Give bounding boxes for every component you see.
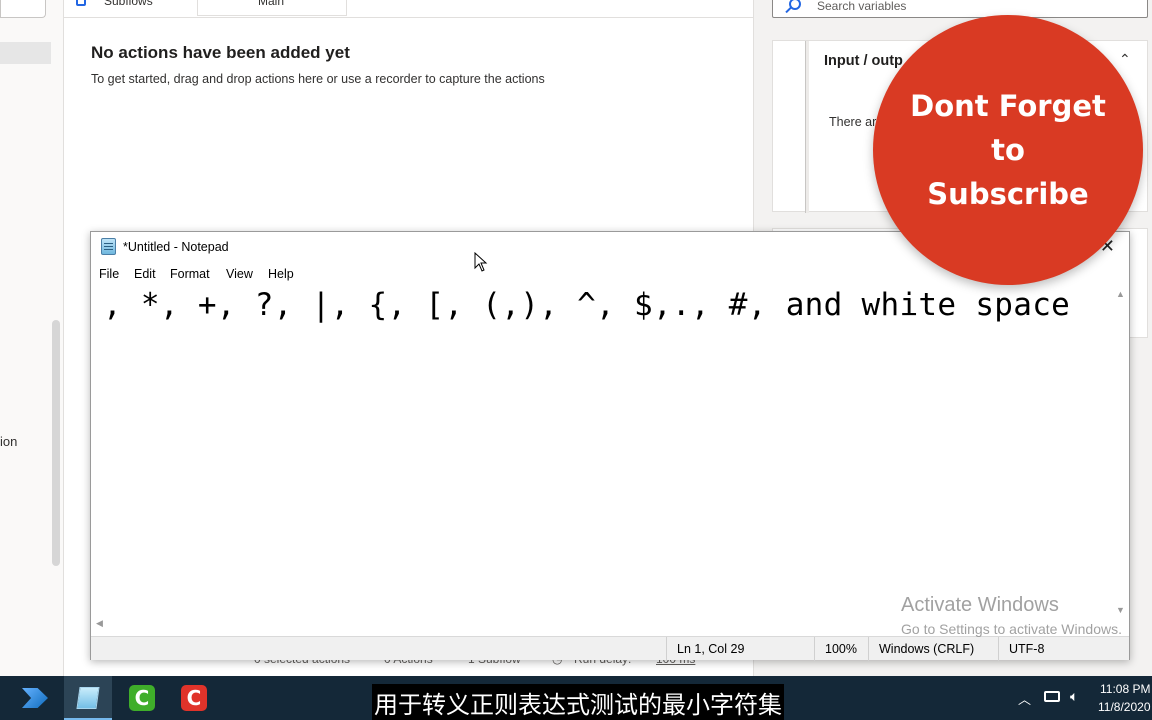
rail-label: ion: [0, 434, 18, 449]
notepad-statusbar: Ln 1, Col 29 100% Windows (CRLF) UTF-8: [91, 636, 1129, 661]
notepad-icon: [101, 238, 116, 255]
variables-search-placeholder: Search variables: [817, 0, 907, 13]
subflows-icon: [76, 0, 86, 6]
empty-state-subtitle: To get started, drag and drop actions he…: [91, 72, 545, 86]
rail-scrollbar[interactable]: [52, 320, 60, 566]
chevron-up-icon[interactable]: ︿: [1018, 689, 1031, 708]
subscribe-line-2: to: [991, 133, 1025, 167]
scroll-up-icon[interactable]: ▲: [1116, 289, 1125, 299]
tab-main-label: Main: [258, 0, 285, 8]
menu-file[interactable]: File: [99, 267, 119, 281]
section-bar: [805, 41, 809, 213]
notepad-taskbar-icon[interactable]: [64, 676, 112, 720]
subscribe-line-3: Subscribe: [927, 177, 1089, 211]
system-tray: ︿ 🔈︎ 11:08 PM 11/8/2020: [1018, 676, 1152, 720]
watermark-title: Activate Windows: [901, 594, 1059, 616]
input-output-empty-text: There ar: [829, 115, 877, 129]
chevron-up-icon[interactable]: ⌃: [1119, 51, 1131, 68]
variables-search-input[interactable]: Search variables: [772, 0, 1148, 18]
line-ending: Windows (CRLF): [868, 637, 998, 661]
subscribe-line-1: Dont Forget: [910, 89, 1106, 123]
subscribe-badge: Dont Forget to Subscribe: [873, 15, 1143, 285]
menu-help[interactable]: Help: [268, 267, 294, 281]
volume-icon[interactable]: 🔈︎: [1070, 688, 1078, 705]
camtasia-editor-icon[interactable]: C: [170, 676, 218, 720]
power-automate-icon[interactable]: [12, 676, 60, 720]
cursor-position: Ln 1, Col 29: [666, 637, 818, 661]
rail-top-button[interactable]: [0, 0, 46, 18]
menu-edit[interactable]: Edit: [134, 267, 156, 281]
tab-strip: Subflows Main: [64, 0, 754, 18]
tab-subflows-label: Subflows: [104, 0, 153, 8]
menu-view[interactable]: View: [226, 267, 253, 281]
tab-subflows[interactable]: Subflows: [68, 0, 198, 16]
clock-time[interactable]: 11:08 PM: [1100, 682, 1150, 696]
menu-format[interactable]: Format: [170, 267, 210, 281]
watermark-subtitle: Go to Settings to activate Windows.: [901, 621, 1122, 637]
tab-main[interactable]: Main: [197, 0, 347, 16]
rail-selected-item[interactable]: [0, 42, 51, 64]
activate-windows-watermark: Activate Windows Go to Settings to activ…: [901, 594, 1122, 637]
empty-state-title: No actions have been added yet: [91, 43, 350, 62]
search-icon: [789, 0, 801, 10]
left-rail: ion: [0, 0, 64, 676]
mouse-pointer-icon: [474, 252, 488, 272]
scroll-left-icon[interactable]: ◀: [96, 618, 103, 629]
vertical-scrollbar[interactable]: ▲ ▼: [1112, 287, 1129, 617]
network-icon[interactable]: [1044, 691, 1060, 702]
video-subtitle: 用于转义正则表达式测试的最小字符集: [372, 684, 784, 720]
zoom-level: 100%: [814, 637, 868, 661]
camtasia-recorder-icon[interactable]: C: [118, 676, 166, 720]
clock-date[interactable]: 11/8/2020: [1098, 700, 1151, 714]
encoding: UTF-8: [998, 637, 1129, 661]
notepad-title: *Untitled - Notepad: [123, 240, 229, 254]
input-output-title: Input / outp: [824, 53, 903, 69]
notepad-content: , *, +, ?, |, {, [, (,), ^, $,., #, and …: [103, 287, 1071, 323]
notepad-text-area[interactable]: , *, +, ?, |, {, [, (,), ^, $,., #, and …: [91, 287, 1113, 617]
